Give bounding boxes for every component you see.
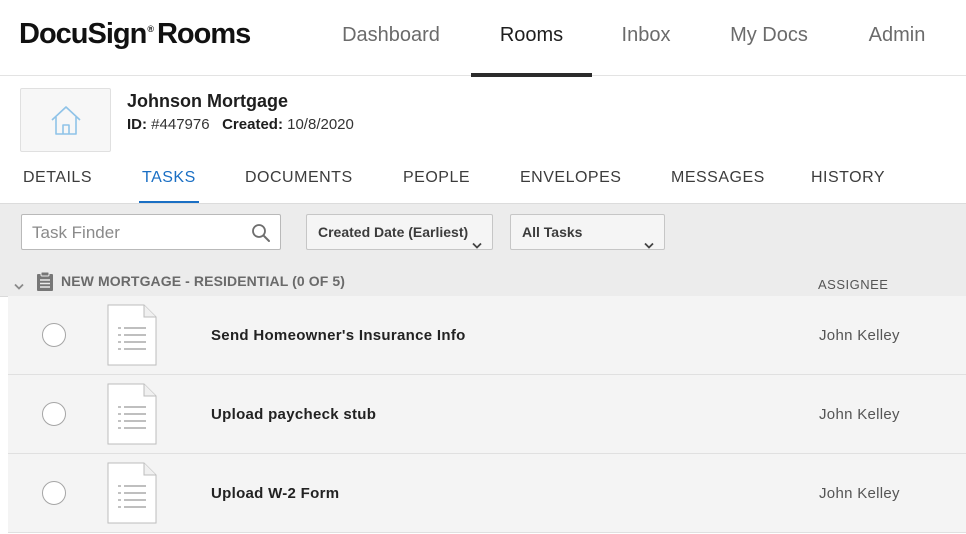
logo-product: Rooms (156, 18, 251, 50)
logo-registered-mark: ® (147, 24, 154, 35)
task-toolbar: Created Date (Earliest) All Tasks (0, 203, 966, 265)
tab-details[interactable]: DETAILS (23, 169, 92, 204)
task-row[interactable]: Upload paycheck stub John Kelley (8, 375, 966, 454)
docusign-rooms-logo[interactable]: DocuSign® Rooms (19, 18, 251, 51)
clipboard-icon (36, 271, 54, 296)
task-row[interactable]: Upload W-2 Form John Kelley (8, 454, 966, 533)
room-meta: ID: #447976 Created: 10/8/2020 (127, 116, 354, 133)
tab-documents[interactable]: DOCUMENTS (245, 169, 353, 204)
task-complete-radio[interactable] (42, 323, 66, 347)
task-assignee: John Kelley (819, 327, 900, 344)
chevron-down-icon (644, 228, 654, 262)
task-row[interactable]: Send Homeowner's Insurance Info John Kel… (8, 296, 966, 375)
room-created-value: 10/8/2020 (287, 116, 354, 133)
sort-select-value: Created Date (Earliest) (318, 224, 469, 240)
task-title[interactable]: Upload paycheck stub (211, 406, 376, 423)
task-complete-radio[interactable] (42, 481, 66, 505)
tab-history[interactable]: HISTORY (811, 169, 885, 204)
chevron-down-icon[interactable] (14, 278, 24, 296)
room-created-label: Created: (222, 116, 283, 133)
room-thumbnail[interactable] (20, 88, 111, 152)
chevron-down-icon (472, 228, 482, 262)
tab-messages[interactable]: MESSAGES (671, 169, 765, 204)
room-id-value: #447976 (151, 116, 210, 133)
filter-select[interactable]: All Tasks (510, 214, 665, 250)
logo-brand: DocuSign (19, 18, 147, 50)
nav-rooms[interactable]: Rooms (471, 0, 592, 77)
top-navigation: DocuSign® Rooms Dashboard Rooms Inbox My … (0, 0, 966, 77)
document-icon (107, 304, 157, 371)
filter-select-value: All Tasks (522, 224, 583, 240)
task-group-title: NEW MORTGAGE - RESIDENTIAL (0 OF 5) (61, 273, 346, 289)
task-finder[interactable] (21, 214, 281, 250)
task-title[interactable]: Send Homeowner's Insurance Info (211, 327, 466, 344)
sort-select[interactable]: Created Date (Earliest) (306, 214, 493, 250)
room-name: Johnson Mortgage (127, 91, 288, 111)
document-icon (107, 462, 157, 529)
document-icon (107, 383, 157, 450)
room-id-label: ID: (127, 116, 147, 133)
nav-admin[interactable]: Admin (853, 0, 941, 76)
tab-envelopes[interactable]: ENVELOPES (520, 169, 621, 204)
task-assignee: John Kelley (819, 485, 900, 502)
task-title[interactable]: Upload W-2 Form (211, 485, 339, 502)
task-assignee: John Kelley (819, 406, 900, 423)
assignee-column-header: ASSIGNEE (818, 277, 889, 292)
task-group-header[interactable]: NEW MORTGAGE - RESIDENTIAL (0 OF 5) ASSI… (0, 265, 966, 297)
nav-my-docs[interactable]: My Docs (712, 0, 826, 76)
house-icon (51, 106, 81, 135)
task-complete-radio[interactable] (42, 402, 66, 426)
tab-people[interactable]: PEOPLE (403, 169, 470, 204)
search-icon[interactable] (251, 223, 271, 248)
tab-tasks[interactable]: TASKS (139, 169, 199, 204)
room-tabs: DETAILS TASKS DOCUMENTS PEOPLE ENVELOPES… (0, 160, 966, 204)
task-finder-input[interactable] (32, 222, 242, 244)
nav-dashboard[interactable]: Dashboard (322, 0, 460, 76)
nav-inbox[interactable]: Inbox (604, 0, 688, 76)
